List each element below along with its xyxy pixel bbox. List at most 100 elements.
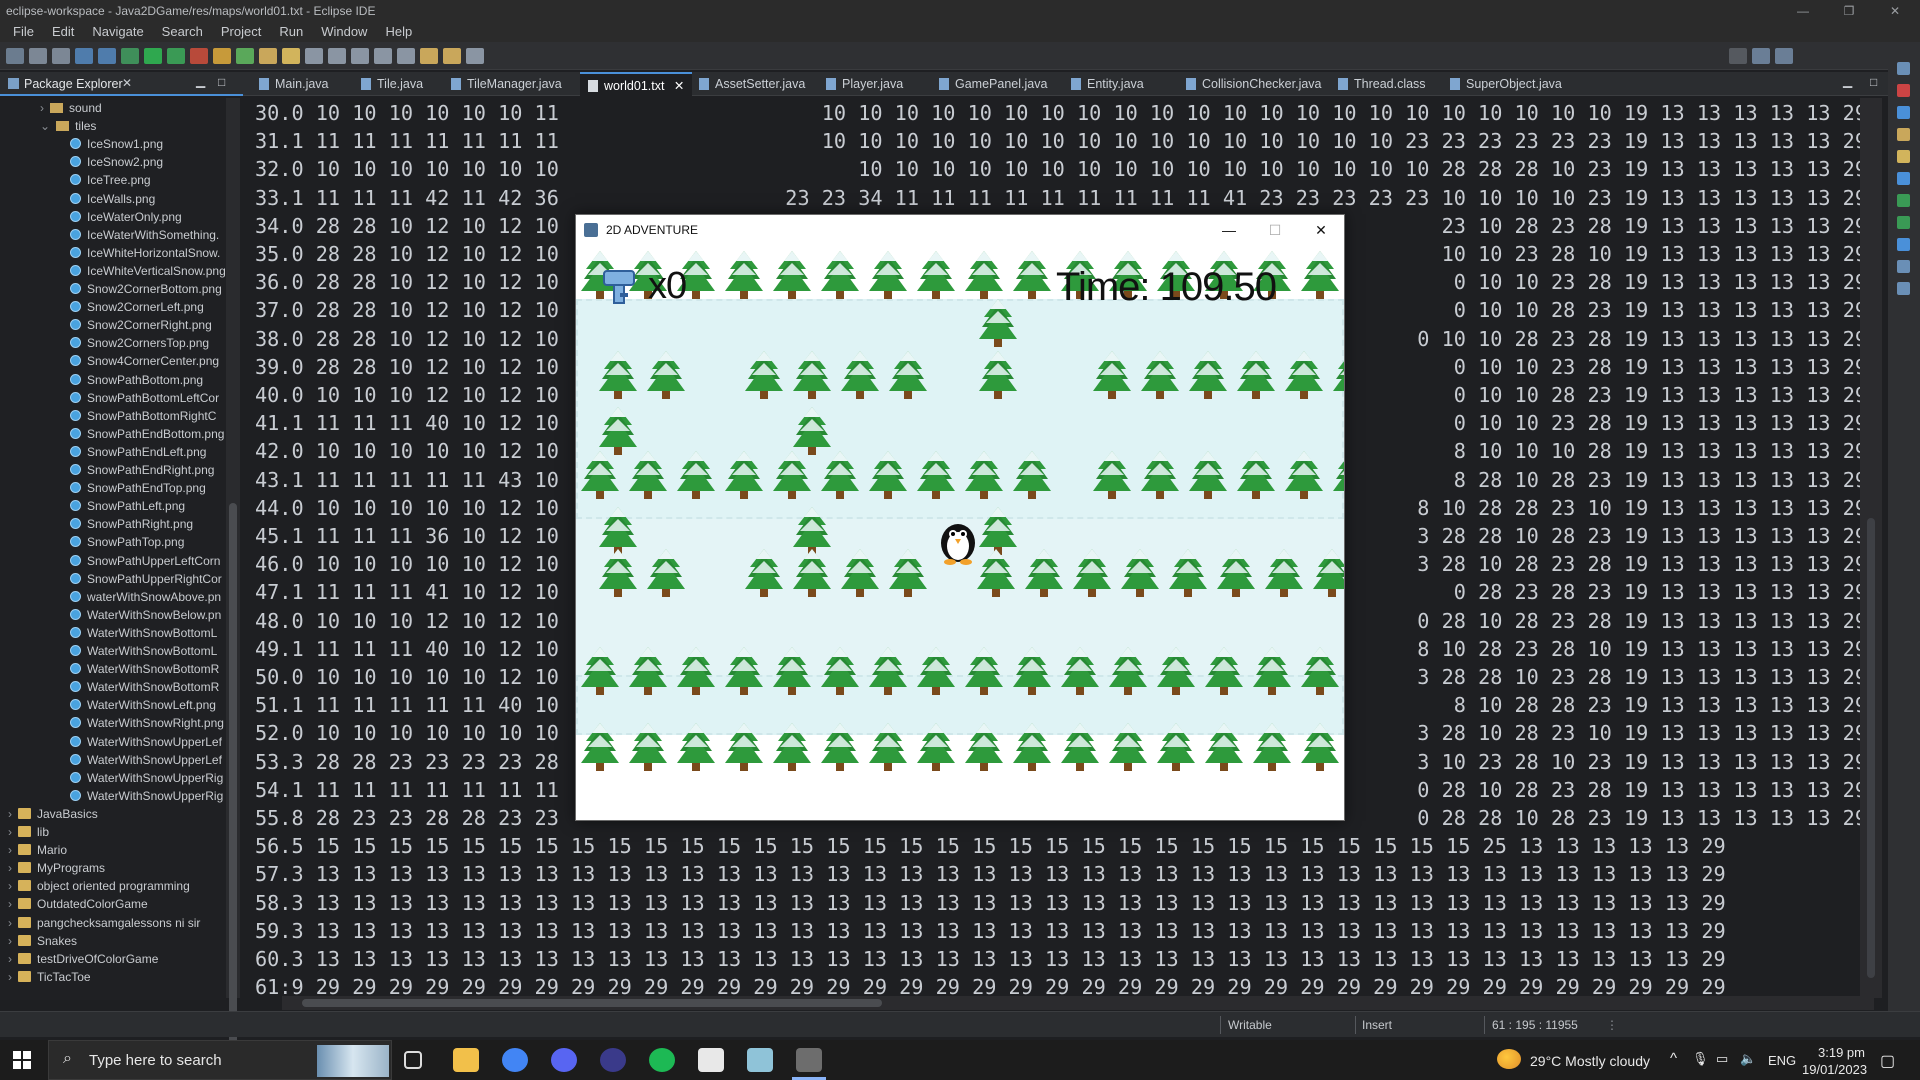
code-line-right[interactable]: 0 10 10 28 23 19 13 13 13 13 13 29 [1454, 296, 1867, 324]
menu-project[interactable]: Project [212, 22, 270, 42]
expand-arrow-icon[interactable]: › [8, 970, 12, 984]
file-explorer-icon[interactable] [453, 1048, 479, 1072]
editor-minimize-icon[interactable]: ▁ [1843, 74, 1852, 88]
tree-project-item[interactable]: › lib [8, 823, 49, 841]
tree-file-item[interactable]: IceWalls.png [70, 190, 155, 208]
game-window[interactable]: 2D ADVENTURE — ☐ ✕ x0 Time: 109.50 [575, 214, 1345, 821]
trim-view-icon[interactable] [1897, 194, 1910, 207]
code-line[interactable]: 58.3 13 13 13 13 13 13 13 13 13 13 13 13… [255, 889, 1726, 917]
menu-search[interactable]: Search [153, 22, 212, 42]
show-whitespace-icon[interactable] [351, 47, 369, 64]
code-line-left[interactable]: 37.0 28 28 10 12 10 12 10 [255, 296, 559, 324]
tab-collisionchecker-java[interactable]: CollisionChecker.java [1178, 72, 1330, 96]
code-line-right[interactable]: 0 28 28 10 28 23 19 13 13 13 13 13 29 [1417, 804, 1867, 832]
spotify-icon[interactable] [649, 1048, 675, 1072]
expand-arrow-icon[interactable]: › [8, 934, 12, 948]
code-line-left[interactable]: 45.1 11 11 11 36 10 12 10 [255, 522, 559, 550]
eclipse-icon[interactable] [600, 1048, 626, 1072]
code-line-right[interactable]: 23 10 28 23 28 19 13 13 13 13 13 29 [1442, 212, 1867, 240]
tree-file-item[interactable]: WaterWithSnowLeft.png [70, 696, 216, 714]
tree-folder-sound[interactable]: › sound [40, 99, 102, 117]
previous-annotation-icon[interactable] [397, 47, 415, 64]
expand-arrow-icon[interactable]: › [8, 952, 12, 966]
package-explorer-title[interactable]: Package Explorer [24, 77, 123, 91]
tree-file-item[interactable]: SnowPathBottomRightC [70, 407, 216, 425]
tree-file-item[interactable]: IceWaterWithSomething. [70, 226, 219, 244]
editor-vertical-scrollbar[interactable] [1860, 98, 1882, 998]
coverage-icon[interactable] [167, 47, 185, 64]
code-line-left[interactable]: 42.0 10 10 10 10 10 12 10 [255, 437, 559, 465]
java-perspective-icon[interactable] [1775, 47, 1793, 64]
tab-main-java[interactable]: Main.java [251, 72, 337, 96]
code-line-left[interactable]: 34.0 28 28 10 12 10 12 10 [255, 212, 559, 240]
code-line[interactable]: 61:9 29 29 29 29 29 29 29 29 29 29 29 29… [255, 973, 1726, 998]
code-line-left[interactable]: 53.3 28 28 23 23 23 23 28 [255, 748, 559, 776]
expand-arrow-icon[interactable]: › [8, 807, 12, 821]
expand-arrow-icon[interactable]: › [40, 101, 44, 115]
menu-window[interactable]: Window [312, 22, 376, 42]
code-line-right[interactable]: 0 10 10 23 28 19 13 13 13 13 13 29 [1454, 353, 1867, 381]
tab-tile-java[interactable]: Tile.java [353, 72, 431, 96]
close-icon[interactable]: ✕ [1872, 0, 1918, 22]
expand-arrow-icon[interactable]: › [8, 843, 12, 857]
search-tool-icon[interactable] [282, 47, 300, 64]
minimize-view-icon[interactable]: ▁ [196, 74, 205, 88]
search-icon[interactable] [1729, 47, 1747, 64]
tree-file-item[interactable]: Snow2CornerBottom.png [70, 280, 222, 298]
save-all-icon[interactable] [52, 47, 70, 64]
tree-file-item[interactable]: WaterWithSnowRight.png [70, 714, 224, 732]
notifications-icon[interactable]: ▢ [1880, 1051, 1895, 1071]
tree-file-item[interactable]: Snow4CornerCenter.png [70, 352, 219, 370]
tree-file-item[interactable]: IceSnow1.png [70, 135, 163, 153]
tree-file-item[interactable]: SnowPathEndTop.png [70, 479, 206, 497]
tab-world01-txt[interactable]: world01.txt ✕ [580, 72, 693, 96]
code-line-left[interactable]: 46.0 10 10 10 10 10 12 10 [255, 550, 559, 578]
code-line-right[interactable]: 10 10 10 10 10 10 10 10 10 10 10 10 10 1… [822, 99, 1867, 127]
tree-scrollbar[interactable] [226, 98, 240, 1078]
tree-file-item[interactable]: WaterWithSnowUpperLef [70, 733, 222, 751]
tree-file-item[interactable]: Snow2CornerRight.png [70, 316, 212, 334]
forward-icon[interactable] [443, 47, 461, 64]
tree-file-item[interactable]: SnowPathRight.png [70, 515, 193, 533]
menu-navigate[interactable]: Navigate [83, 22, 152, 42]
code-line-right[interactable]: 23 23 34 11 11 11 11 11 11 11 11 11 41 2… [785, 184, 1867, 212]
code-line-right[interactable]: 3 28 28 10 23 28 19 13 13 13 13 13 29 [1417, 663, 1867, 691]
trim-view-icon[interactable] [1897, 106, 1910, 119]
tree-file-item[interactable]: SnowPathEndBottom.png [70, 425, 224, 443]
menu-help[interactable]: Help [376, 22, 421, 42]
tree-file-item[interactable]: SnowPathUpperRightCor [70, 570, 222, 588]
collapse-arrow-icon[interactable]: ⌄ [40, 119, 50, 133]
tree-file-item[interactable]: SnowPathBottom.png [70, 371, 203, 389]
code-line-left[interactable]: 35.0 28 28 10 12 10 12 10 [255, 240, 559, 268]
toggle-mark-icon[interactable] [305, 47, 323, 64]
code-line-left[interactable]: 32.0 10 10 10 10 10 10 10 [255, 155, 559, 183]
code-line-right[interactable]: 0 10 10 23 28 19 13 13 13 13 13 29 [1454, 409, 1867, 437]
back-icon[interactable] [420, 47, 438, 64]
skip-breakpoints-icon[interactable] [98, 47, 116, 64]
code-line-right[interactable]: 10 10 10 10 10 10 10 10 10 10 10 10 10 1… [858, 155, 1867, 183]
code-line-right[interactable]: 0 28 23 28 23 19 13 13 13 13 13 29 [1454, 578, 1867, 606]
code-line-right[interactable]: 3 28 10 28 23 10 19 13 13 13 13 13 29 [1417, 719, 1867, 747]
tab-gamepanel-java[interactable]: GamePanel.java [931, 72, 1055, 96]
tree-file-item[interactable]: WaterWithSnowUpperRig [70, 787, 223, 805]
code-line-right[interactable]: 0 10 10 28 23 28 19 13 13 13 13 13 29 [1417, 325, 1867, 353]
game-close-icon[interactable]: ✕ [1298, 215, 1344, 245]
volume-icon[interactable]: 🔈 [1740, 1051, 1756, 1067]
maximize-view-icon[interactable]: □ [218, 75, 225, 89]
tree-file-item[interactable]: WaterWithSnowBottomR [70, 678, 219, 696]
restore-icon[interactable]: ❐ [1826, 0, 1872, 22]
tree-file-item[interactable]: WaterWithSnowBottomL [70, 642, 217, 660]
tree-file-item[interactable]: WaterWithSnowUpperLef [70, 751, 222, 769]
microphone-icon[interactable]: 🎙 [1692, 1051, 1709, 1067]
code-line-right[interactable]: 0 28 10 28 23 28 19 13 13 13 13 13 29 [1417, 607, 1867, 635]
menu-run[interactable]: Run [270, 22, 312, 42]
expand-arrow-icon[interactable]: › [8, 879, 12, 893]
tree-project-item[interactable]: › OutdatedColorGame [8, 895, 148, 913]
tab-assetsetter-java[interactable]: AssetSetter.java [691, 72, 813, 96]
editor-hscroll-thumb[interactable] [302, 999, 882, 1007]
tree-file-item[interactable]: WaterWithSnowBottomR [70, 660, 219, 678]
code-line-left[interactable]: 30.0 10 10 10 10 10 10 11 [255, 99, 559, 127]
tree-file-item[interactable]: SnowPathEndRight.png [70, 461, 214, 479]
new-java-project-icon[interactable] [213, 47, 231, 64]
weather-icon[interactable] [1497, 1049, 1521, 1069]
